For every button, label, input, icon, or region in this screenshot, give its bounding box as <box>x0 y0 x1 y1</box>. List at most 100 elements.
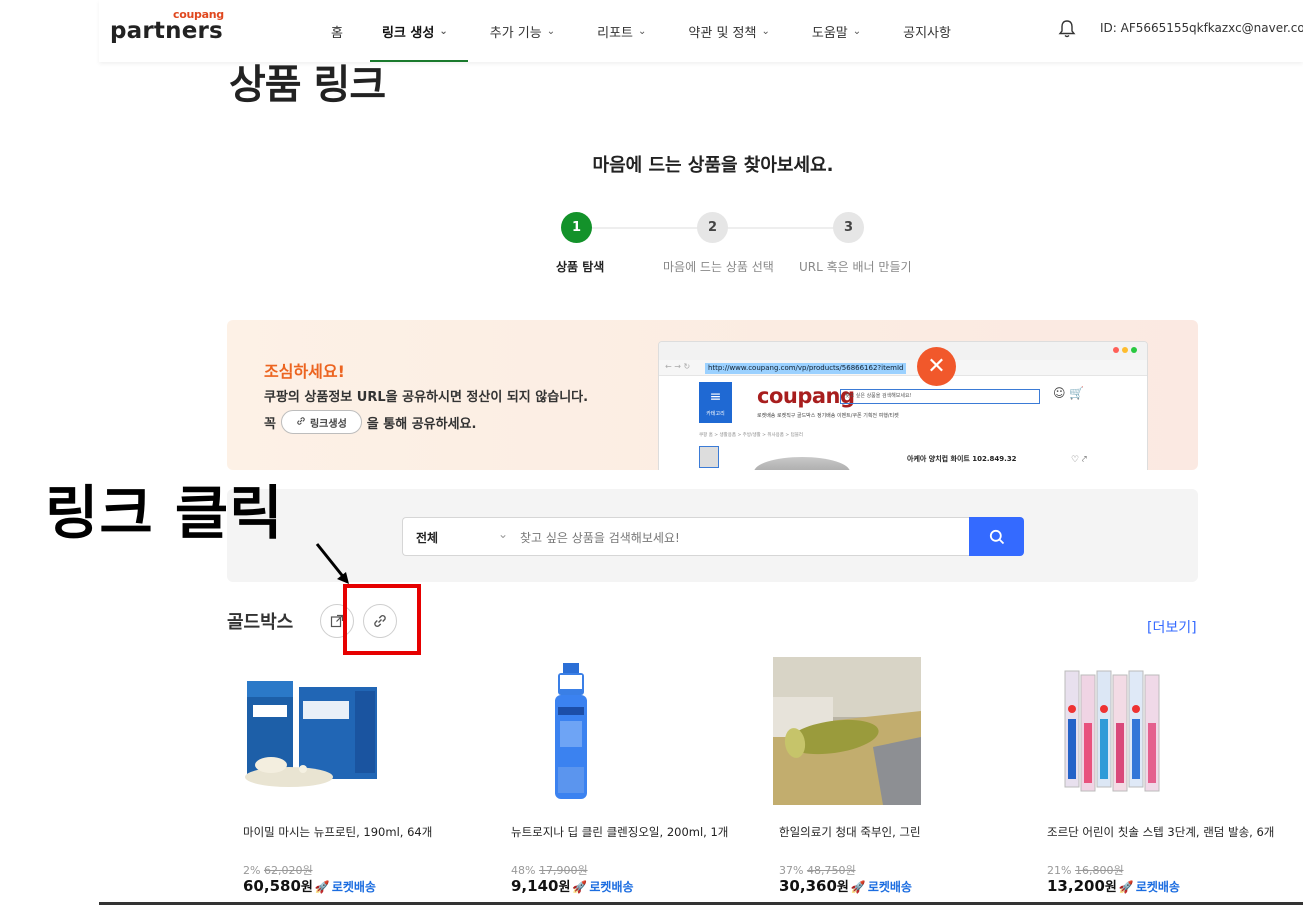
product-image-bamboo-pillow <box>773 657 921 805</box>
product-name[interactable]: 뉴트로지나 딥 클린 클렌징오일, 200ml, 1개 <box>511 824 741 841</box>
nav-link-create-label: 링크 생성 <box>381 25 435 41</box>
search-placeholder: 찾고 싶은 상품을 검색해보세요! <box>520 531 680 545</box>
product-price-row: 30,360 원 🚀 로켓배송 <box>779 876 912 895</box>
step-3-circle: 3 <box>833 212 864 243</box>
rocket-icon: 🚀 <box>850 880 866 894</box>
price-unit: 원 <box>300 880 313 895</box>
nav-report[interactable]: 리포트 ⌄ <box>597 0 646 62</box>
user-id[interactable]: ID: AF5665155 <box>1100 21 1189 35</box>
user-email[interactable]: qkfkazxc@naver.com <box>1189 21 1303 35</box>
step-1-label: 상품 탐색 <box>556 260 605 274</box>
search-icon <box>989 529 1004 544</box>
product-price-row: 60,580 원 🚀 로켓배송 <box>243 876 376 895</box>
rocket-icon: 🚀 <box>314 880 330 894</box>
nav-terms-policy[interactable]: 약관 및 정책 ⌄ <box>688 0 769 62</box>
sale-price: 13,200 <box>1047 877 1105 895</box>
rocket-icon: 🚀 <box>572 880 588 894</box>
mockup-thumbnail <box>699 446 719 468</box>
mockup-product-image <box>754 457 850 470</box>
nav-extra-features-label: 추가 기능 <box>489 25 542 41</box>
banner-instruction: 꼭 링크생성 을 통해 공유하세요. <box>264 410 476 434</box>
step-1-circle: 1 <box>561 212 592 243</box>
close-icon: ✕ <box>917 347 956 386</box>
nav-extra-features[interactable]: 추가 기능 ⌄ <box>490 0 555 62</box>
window-dots <box>1110 347 1137 353</box>
rocket-delivery-badge: 로켓배송 <box>589 880 634 894</box>
nav-notice-label: 공지사항 <box>903 25 951 41</box>
step-2-circle: 2 <box>697 212 728 243</box>
page-title: 상품 링크 <box>229 62 386 108</box>
page-subtitle: 마음에 드는 상품을 찾아보세요. <box>592 155 834 176</box>
product-name[interactable]: 마이밀 마시는 뉴프로틴, 190ml, 64개 <box>243 824 473 841</box>
sale-price: 60,580 <box>243 877 301 895</box>
mockup-breadcrumb: 쿠팡 홈 > 생활용품 > 주방/생활 > 취사용품 > 텀블러 <box>699 433 803 438</box>
step-2-label: 마음에 드는 상품 선택 <box>663 260 774 274</box>
section-title: 골드박스 <box>227 612 294 633</box>
product-price-row: 13,200 원 🚀 로켓배송 <box>1047 876 1180 895</box>
banner-prefix: 꼭 <box>264 416 276 432</box>
dot-yellow <box>1122 347 1128 353</box>
mockup-address-bar: ← → ↻ http://www.coupang.com/vp/products… <box>659 360 1147 376</box>
nav-home-label: 홈 <box>331 25 343 41</box>
chevron-down-icon: ⌄ <box>761 25 770 37</box>
chevron-down-icon: ⌄ <box>439 25 448 37</box>
mockup-product-name: 아케아 양치컵 화이트 102.849.32 <box>907 455 1017 463</box>
mockup-subnav: 로켓배송 로켓직구 골드박스 정기배송 이벤트/쿠폰 기획전 여행/티켓 <box>757 413 899 419</box>
product-price-row: 9,140 원 🚀 로켓배송 <box>511 876 634 895</box>
rocket-delivery-badge: 로켓배송 <box>1135 880 1180 894</box>
price-unit: 원 <box>1104 880 1117 895</box>
mockup-search: 찾고 싶은 상품을 검색해보세요! <box>840 389 1040 404</box>
banner-suffix: 을 통해 공유하세요. <box>366 416 477 432</box>
rocket-delivery-badge: 로켓배송 <box>331 880 376 894</box>
mockup-user-cart-icons: ☺ 🛒 <box>1053 386 1085 400</box>
external-link-icon <box>330 614 344 628</box>
mockup-share-icons: ♡ ⤤ <box>1071 455 1087 465</box>
mockup-menu-button: ≡ 카테고리 <box>699 382 732 423</box>
nav-report-label: 리포트 <box>597 25 633 41</box>
pill-label: 링크생성 <box>309 418 347 430</box>
search-button[interactable] <box>969 517 1024 556</box>
coupang-partners-logo[interactable]: coupang partners <box>110 8 230 48</box>
product-image-toothbrush <box>1064 670 1160 792</box>
mockup-nav-arrows: ← → ↻ <box>665 362 691 371</box>
more-link[interactable]: [더보기] <box>1147 617 1197 637</box>
link-create-pill: 링크생성 <box>280 410 362 434</box>
annotation-highlight-box <box>343 584 421 655</box>
browser-mockup-image: ← → ↻ http://www.coupang.com/vp/products… <box>658 341 1148 470</box>
nav-help-label: 도움말 <box>811 25 848 41</box>
rocket-icon: 🚀 <box>1118 880 1134 894</box>
bell-icon[interactable] <box>1058 19 1076 39</box>
nav-link-create[interactable]: 링크 생성 ⌄ <box>370 0 468 62</box>
product-card[interactable]: 마이밀 마시는 뉴프로틴, 190ml, 64개 2% 62,020원 60,5… <box>243 657 473 902</box>
dot-red <box>1113 347 1119 353</box>
chevron-down-icon: ⌄ <box>546 25 556 37</box>
sale-price: 9,140 <box>511 877 559 895</box>
product-card[interactable]: 한일의료기 청대 죽부인, 그린 37% 48,750원 30,360 원 🚀 … <box>773 657 1009 902</box>
main-nav: 홈 링크 생성 ⌄ 추가 기능 ⌄ 리포트 ⌄ 약관 및 정책 ⌄ 도움말 ⌄ … <box>331 0 951 62</box>
link-icon <box>296 416 306 429</box>
annotation-text: 링크 클릭 <box>45 479 284 547</box>
logo-big: partners <box>110 18 223 44</box>
search-category-select[interactable]: 전체 <box>416 529 438 546</box>
search-input[interactable]: 전체 ⌄ 찾고 싶은 상품을 검색해보세요! <box>402 517 970 556</box>
nav-notice[interactable]: 공지사항 <box>903 0 951 62</box>
mockup-url: http://www.coupang.com/vp/products/56866… <box>705 363 907 374</box>
step-3-label: URL 혹은 배너 만들기 <box>799 260 912 274</box>
rocket-delivery-badge: 로켓배송 <box>867 880 912 894</box>
price-unit: 원 <box>558 880 571 895</box>
product-name[interactable]: 한일의료기 청대 죽부인, 그린 <box>779 824 1009 841</box>
chevron-down-icon: ⌄ <box>638 25 647 37</box>
mockup-menu-label: 카테고리 <box>706 411 725 417</box>
mockup-titlebar <box>659 342 1147 360</box>
product-card[interactable]: 뉴트로지나 딥 클린 클렌징오일, 200ml, 1개 48% 17,900원 … <box>511 657 741 902</box>
product-name[interactable]: 조르단 어린이 칫솔 스텝 3단계, 랜덤 발송, 6개 <box>1047 824 1277 841</box>
product-card[interactable]: 조르단 어린이 칫솔 스텝 3단계, 랜덤 발송, 6개 21% 16,800원… <box>1047 657 1277 902</box>
price-unit: 원 <box>836 880 849 895</box>
banner-message: 쿠팡의 상품정보 URL을 공유하시면 정산이 되지 않습니다. <box>264 390 589 405</box>
sale-price: 30,360 <box>779 877 837 895</box>
product-image-protein-drink <box>245 681 377 787</box>
chevron-down-icon[interactable]: ⌄ <box>498 527 508 541</box>
nav-help[interactable]: 도움말 ⌄ <box>812 0 861 62</box>
warning-banner: 조심하세요! 쿠팡의 상품정보 URL을 공유하시면 정산이 되지 않습니다. … <box>227 320 1198 470</box>
product-image-cleansing-oil <box>555 663 587 799</box>
